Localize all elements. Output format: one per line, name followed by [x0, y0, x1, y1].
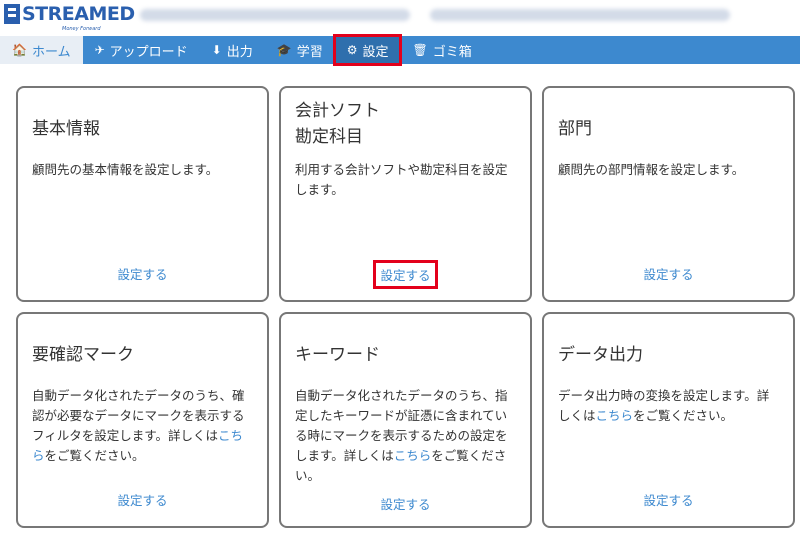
logo-mark-icon	[4, 4, 20, 24]
card-description: 顧問先の基本情報を設定します。	[32, 162, 219, 177]
nav-export[interactable]: ⬇ 出力	[200, 36, 265, 64]
card-check-mark: 要確認マーク 自動データ化されたデータのうち、確認が必要なデータにマークを表示す…	[16, 312, 269, 528]
nav-learning[interactable]: 🎓 学習	[265, 36, 335, 64]
export-icon: ⬇	[211, 43, 222, 57]
settings-link-label[interactable]: 設定する	[113, 262, 171, 285]
nav-export-label: 出力	[226, 44, 253, 60]
nav-trash[interactable]: 🗑 ゴミ箱	[400, 36, 483, 64]
nav-upload-label: アップロード	[109, 44, 188, 60]
gear-icon: ⚙	[346, 43, 358, 57]
card-description: 自動データ化されたデータのうち、指定したキーワードが証憑に含まれている時にマーク…	[295, 388, 508, 483]
card-settings-link[interactable]: 設定する	[18, 488, 267, 511]
settings-link-label[interactable]: 設定する	[373, 260, 438, 289]
settings-link-label[interactable]: 設定する	[639, 262, 697, 285]
card-title: 要確認マーク	[32, 345, 134, 365]
card-department: 部門 顧問先の部門情報を設定します。 設定する	[542, 86, 795, 302]
top-header: STREAMED Money Forward	[0, 0, 800, 36]
nav-settings[interactable]: ⚙ 設定	[332, 34, 403, 66]
home-icon: 🏠	[12, 43, 27, 57]
card-title: 会計ソフト 勘定科目	[295, 101, 380, 147]
card-description: 利用する会計ソフトや勘定科目を設定します。	[295, 162, 508, 197]
card-settings-link[interactable]: 設定する	[544, 488, 793, 511]
settings-link-label[interactable]: 設定する	[639, 488, 697, 511]
trash-icon: 🗑	[412, 43, 428, 57]
card-title: 部門	[558, 119, 592, 139]
card-settings-link[interactable]: 設定する	[18, 262, 267, 285]
card-accounting-software: 会計ソフト 勘定科目 利用する会計ソフトや勘定科目を設定します。 設定する	[279, 86, 532, 302]
settings-link-label[interactable]: 設定する	[376, 492, 434, 515]
redacted-info	[430, 9, 730, 21]
nav-trash-label: ゴミ箱	[432, 44, 472, 60]
details-link[interactable]: こちら	[596, 408, 634, 423]
card-settings-link[interactable]: 設定する	[544, 262, 793, 285]
card-title: キーワード	[295, 345, 380, 365]
card-data-export: データ出力 データ出力時の変換を設定します。詳しくはこちらをご覧ください。 設定…	[542, 312, 795, 528]
card-title: データ出力	[558, 345, 643, 365]
nav-upload[interactable]: ✈ アップロード	[83, 36, 200, 64]
upload-icon: ✈	[94, 43, 105, 57]
redacted-client-name	[140, 9, 410, 21]
nav-home-label: ホーム	[31, 44, 71, 60]
card-settings-link[interactable]: 設定する	[281, 492, 530, 515]
nav-settings-label: 設定	[362, 44, 389, 60]
logo-subtext: Money Forward	[62, 26, 101, 32]
card-settings-link[interactable]: 設定する	[281, 260, 530, 289]
streamed-logo[interactable]: STREAMED Money Forward	[4, 3, 135, 32]
settings-link-label[interactable]: 設定する	[113, 488, 171, 511]
card-description: 自動データ化されたデータのうち、確認が必要なデータにマークを表示するフィルタを設…	[32, 388, 245, 463]
graduation-cap-icon: 🎓	[276, 43, 292, 57]
card-keyword: キーワード 自動データ化されたデータのうち、指定したキーワードが証憑に含まれてい…	[279, 312, 532, 528]
details-link[interactable]: こちら	[394, 448, 432, 463]
nav-home[interactable]: 🏠 ホーム	[0, 36, 83, 64]
card-description: 顧問先の部門情報を設定します。	[558, 162, 745, 177]
main-navbar: 🏠 ホーム ✈ アップロード ⬇ 出力 🎓 学習 ⚙ 設定 🗑 ゴミ箱	[0, 34, 800, 66]
logo-text: STREAMED	[22, 3, 135, 25]
card-title: 基本情報	[32, 119, 100, 139]
card-basic-info: 基本情報 顧問先の基本情報を設定します。 設定する	[16, 86, 269, 302]
card-description: データ出力時の変換を設定します。詳しくはこちらをご覧ください。	[558, 388, 770, 423]
nav-learning-label: 学習	[296, 44, 323, 60]
